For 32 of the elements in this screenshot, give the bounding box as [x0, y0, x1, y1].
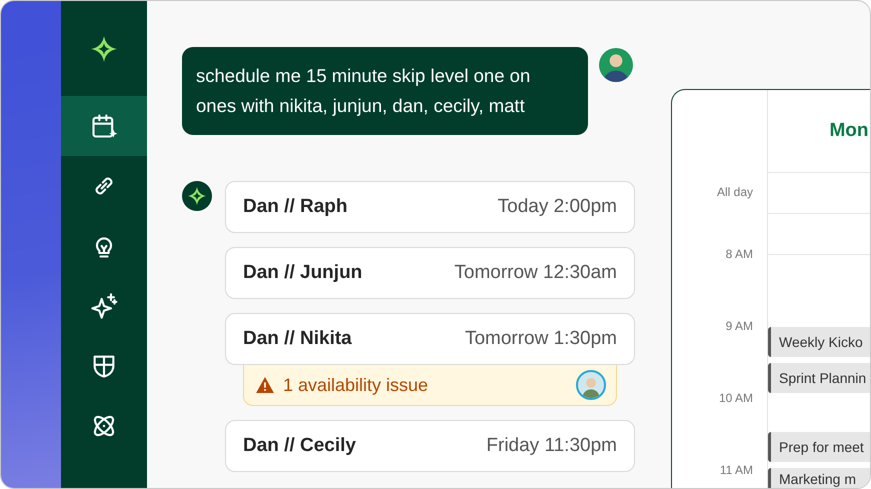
time-label: 8 AM: [726, 247, 753, 263]
meeting-title: Dan // Cecily: [243, 435, 356, 457]
user-message: schedule me 15 minute skip level one on ones with nikita, junjun, dan, cecily, matt: [182, 47, 588, 135]
meeting-title: Dan // Raph: [243, 196, 348, 218]
time-label: 10 AM: [718, 391, 753, 407]
calendar-sparkle-icon: [90, 112, 118, 140]
meeting-card[interactable]: Dan // Cecily Friday 11:30pm: [225, 420, 635, 472]
avatar: [599, 48, 633, 82]
day-heading: Mon: [829, 120, 869, 142]
warning-text: 1 availability issue: [283, 374, 428, 396]
meeting-card[interactable]: Dan // Junjun Tomorrow 12:30am: [225, 247, 635, 299]
meeting-time: Today 2:00pm: [498, 196, 617, 218]
meeting-title: Dan // Nikita: [243, 328, 352, 350]
calendar-event[interactable]: Sprint Plannin: [768, 363, 870, 393]
warning-icon: [256, 377, 274, 393]
meeting-time: Friday 11:30pm: [486, 435, 617, 457]
meeting-card[interactable]: Dan // Nikita Tomorrow 1:30pm: [225, 313, 635, 365]
calendar-event[interactable]: Marketing m: [768, 468, 870, 488]
meeting-time: Tomorrow 12:30am: [454, 262, 617, 284]
nav-item[interactable]: [61, 96, 147, 156]
avatar: [576, 370, 606, 400]
calendar-event[interactable]: Prep for meet: [768, 432, 870, 462]
calendar-event[interactable]: Weekly Kicko: [768, 327, 870, 357]
logo-icon: [90, 34, 118, 62]
assistant-icon: [182, 181, 212, 211]
time-label: All day: [716, 185, 753, 201]
meeting-time: Tomorrow 1:30pm: [464, 328, 617, 350]
time-label: 11 AM: [720, 463, 753, 479]
meeting-card[interactable]: Dan // Raph Today 2:00pm: [225, 181, 635, 233]
meeting-title: Dan // Junjun: [243, 262, 362, 284]
time-label: 9 AM: [726, 319, 753, 335]
sparkles-icon: [90, 292, 118, 320]
